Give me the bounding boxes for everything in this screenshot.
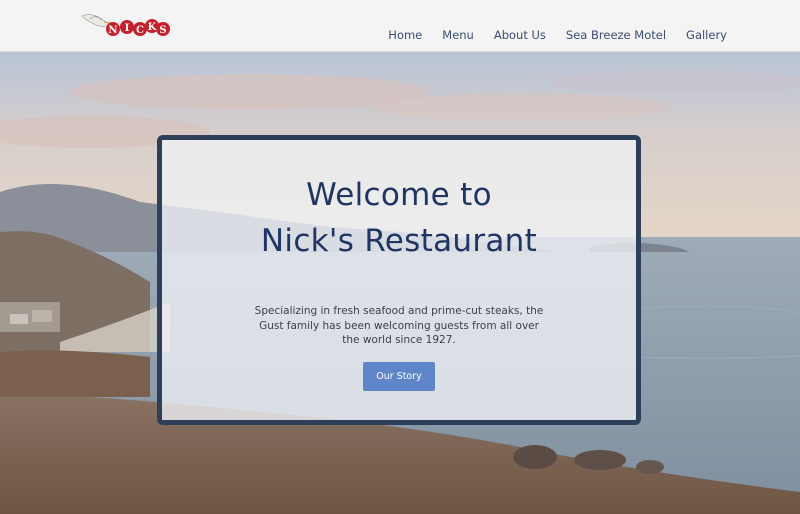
- site-header: N I C K S Home Menu About Us Sea Breeze …: [0, 0, 800, 52]
- nav-home[interactable]: Home: [388, 28, 422, 42]
- welcome-description: Specializing in fresh seafood and prime-…: [254, 305, 544, 346]
- nav-about-us[interactable]: About Us: [494, 28, 546, 42]
- nicks-logo[interactable]: N I C K S: [78, 10, 170, 40]
- logo-wordmark: N I C K S: [106, 19, 170, 36]
- title-line-2: Nick's Restaurant: [260, 223, 538, 259]
- nav-gallery[interactable]: Gallery: [686, 28, 727, 42]
- page-title: Welcome to Nick's Restaurant: [162, 172, 636, 264]
- svg-text:S: S: [159, 25, 166, 36]
- nav-menu[interactable]: Menu: [442, 28, 474, 42]
- svg-text:N: N: [108, 25, 117, 36]
- welcome-card: Welcome to Nick's Restaurant Specializin…: [157, 135, 641, 425]
- svg-text:K: K: [148, 22, 157, 33]
- nav-sea-breeze-motel[interactable]: Sea Breeze Motel: [566, 28, 666, 42]
- svg-text:I: I: [125, 23, 130, 34]
- svg-text:C: C: [136, 25, 144, 36]
- our-story-button[interactable]: Our Story: [363, 362, 435, 391]
- title-line-1: Welcome to: [306, 177, 492, 213]
- main-nav: Home Menu About Us Sea Breeze Motel Gall…: [388, 28, 727, 42]
